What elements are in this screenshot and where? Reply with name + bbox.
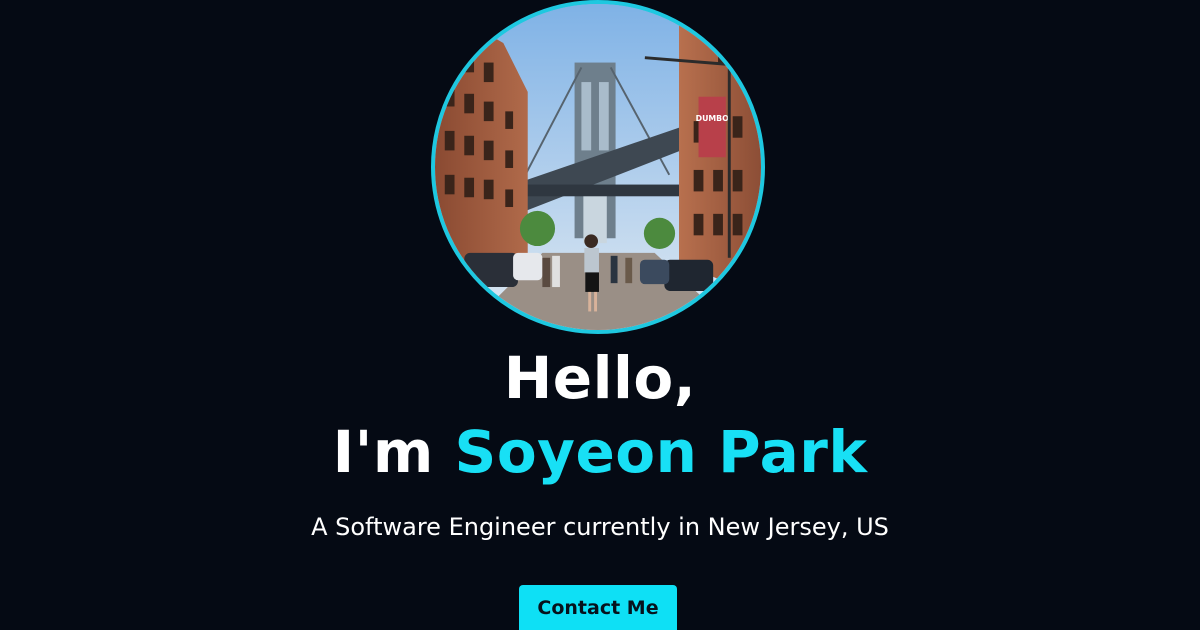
name-highlight: Soyeon Park xyxy=(454,418,868,486)
contact-me-button[interactable]: Contact Me xyxy=(519,585,677,630)
svg-text:DUMBO: DUMBO xyxy=(696,114,730,123)
profile-photo-illustration: DUMBO xyxy=(435,4,761,330)
profile-photo: DUMBO xyxy=(431,0,765,334)
intro-prefix: I'm xyxy=(332,418,455,486)
greeting-text: Hello, xyxy=(503,344,697,412)
hero-section: DUMBO Hello, I'm Soyeon Park A Software … xyxy=(0,0,1200,630)
dumbo-banner xyxy=(698,96,726,158)
subtitle: A Software Engineer currently in New Jer… xyxy=(311,513,889,541)
greeting-heading: Hello, xyxy=(0,349,1200,407)
intro-heading: I'm Soyeon Park xyxy=(0,423,1200,481)
